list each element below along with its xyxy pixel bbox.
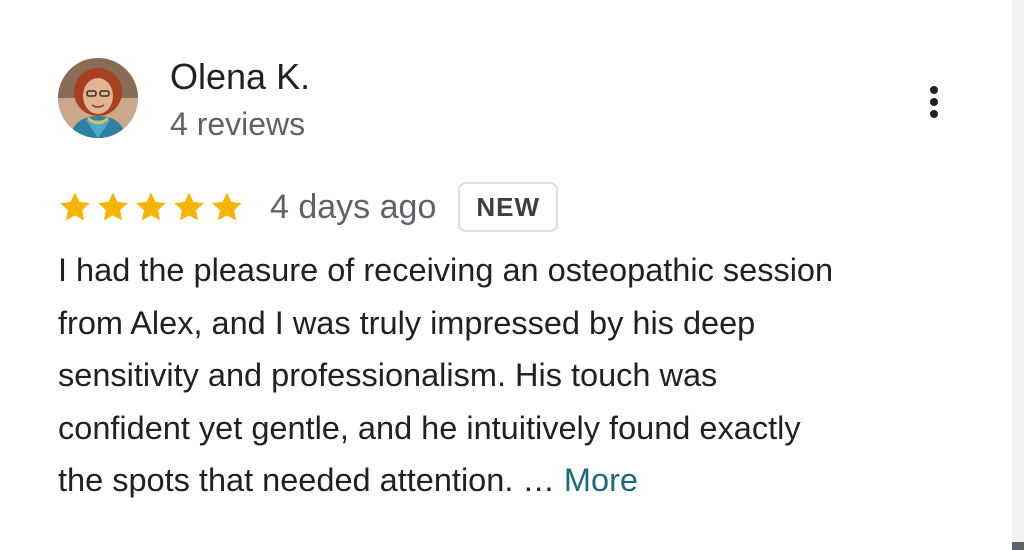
review-text-line: I had the pleasure of receiving an osteo… bbox=[58, 252, 834, 288]
star-icon bbox=[212, 192, 242, 221]
star-icon bbox=[98, 192, 128, 221]
review-text-line: sensitivity and professionalism. His tou… bbox=[58, 357, 718, 393]
more-link[interactable]: More bbox=[564, 462, 638, 498]
author-name[interactable]: Olena K. bbox=[170, 55, 310, 99]
more-options-button[interactable] bbox=[914, 82, 954, 122]
star-icon bbox=[174, 192, 204, 221]
star-rating bbox=[58, 190, 244, 224]
user-avatar-icon bbox=[58, 58, 138, 138]
scrollbar-track[interactable] bbox=[1012, 0, 1024, 550]
review-text-line: confident yet gentle, and he intuitively… bbox=[58, 409, 801, 446]
review-meta: 4 days ago NEW bbox=[58, 180, 559, 234]
review-text-end: the spots that needed attention. bbox=[58, 462, 514, 498]
review-date: 4 days ago bbox=[270, 187, 437, 226]
ellipsis: … bbox=[522, 462, 555, 498]
scrollbar-thumb[interactable] bbox=[1012, 542, 1024, 550]
star-icon bbox=[60, 192, 90, 221]
avatar[interactable] bbox=[58, 58, 138, 138]
review-count[interactable]: 4 reviews bbox=[170, 104, 305, 144]
review-card: Olena K. 4 reviews 4 days ago NEW I had … bbox=[0, 0, 1012, 550]
review-text: I had the pleasure of receiving an osteo… bbox=[58, 244, 958, 507]
star-icon bbox=[136, 192, 166, 221]
review-text-last-line: the spots that needed attention. … More bbox=[58, 454, 958, 507]
new-badge: NEW bbox=[458, 182, 559, 232]
more-vert-icon bbox=[930, 86, 938, 118]
review-text-line: from Alex, and I was truly impressed by … bbox=[58, 304, 756, 341]
